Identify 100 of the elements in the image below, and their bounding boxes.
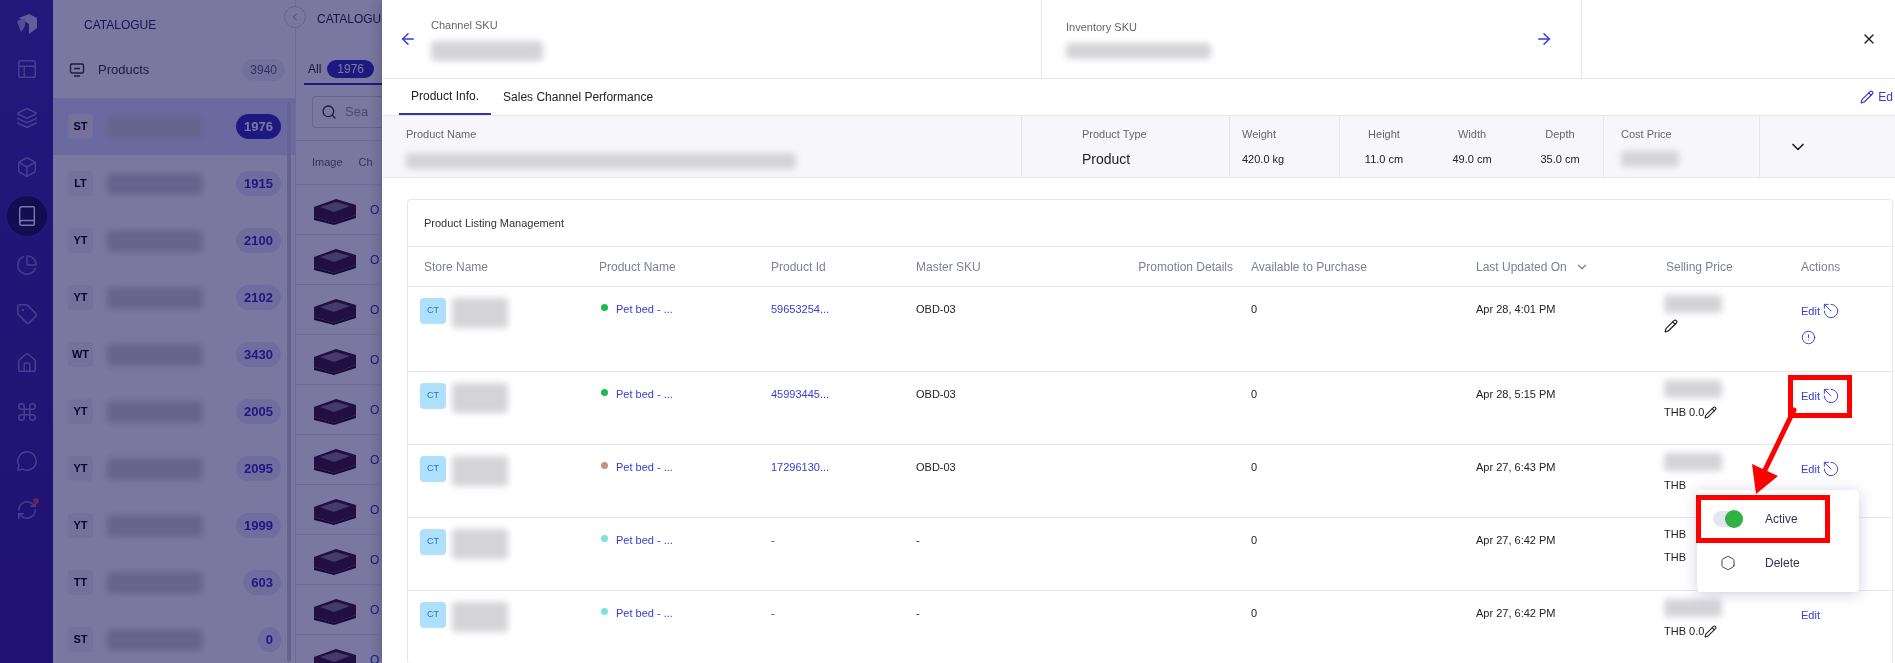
nav-item[interactable] bbox=[6, 196, 47, 236]
store-code-badge: ST bbox=[68, 114, 93, 139]
price-text: THB bbox=[1664, 527, 1686, 542]
edit-link[interactable]: Edit bbox=[1801, 607, 1820, 624]
table-cell-text: O bbox=[370, 401, 380, 419]
redacted-value bbox=[1664, 599, 1722, 617]
open-icon[interactable] bbox=[1822, 461, 1839, 478]
product-link[interactable]: Pet bed - ... bbox=[616, 301, 673, 318]
store-code-badge: TT bbox=[68, 570, 93, 595]
pencil-icon[interactable] bbox=[1860, 90, 1875, 104]
layers-icon bbox=[15, 107, 38, 129]
table-cell: 0 bbox=[1251, 388, 1258, 400]
pencil-icon[interactable] bbox=[1704, 405, 1718, 419]
column-header: Promotion Details bbox=[1138, 258, 1233, 276]
table-cell: OBD-03 bbox=[916, 303, 956, 315]
table-cell-text: O bbox=[370, 451, 380, 469]
edit-link[interactable]: Edit bbox=[1801, 303, 1820, 320]
store-item[interactable]: ST 1976 bbox=[53, 98, 295, 155]
redacted-value bbox=[452, 602, 508, 632]
store-code-badge: YT bbox=[68, 456, 93, 481]
field-label: Width bbox=[1457, 127, 1487, 142]
count-badge: 3940 bbox=[242, 59, 285, 81]
store-code-badge: YT bbox=[68, 285, 93, 310]
price-text: THB bbox=[1664, 478, 1686, 493]
product-link[interactable]: Pet bed - ... bbox=[616, 459, 673, 476]
store-item[interactable]: LT 1915 bbox=[53, 155, 295, 212]
store-code-badge: CT bbox=[420, 602, 446, 628]
table-cell-text: O bbox=[370, 201, 380, 219]
price-text: THB bbox=[1664, 549, 1686, 565]
table-cell: OBD-03 bbox=[916, 461, 956, 473]
toggle-switch[interactable] bbox=[1713, 511, 1743, 527]
store-item[interactable]: YT 2100 bbox=[53, 212, 295, 269]
product-link[interactable]: Pet bed - ... bbox=[616, 532, 673, 549]
product-id-link[interactable]: 59653254... bbox=[771, 303, 830, 315]
field-value: 11.0 cm bbox=[1364, 151, 1404, 167]
edit-link[interactable]: Ed bbox=[1878, 88, 1893, 106]
field-label: Channel SKU bbox=[431, 17, 499, 33]
product-id-link[interactable]: 17296130... bbox=[771, 461, 830, 473]
count-badge: 1976 bbox=[236, 113, 281, 140]
product-link[interactable]: Pet bed - ... bbox=[616, 605, 673, 622]
redacted-value bbox=[1664, 453, 1722, 471]
count-badge: 2102 bbox=[236, 284, 281, 311]
table-cell: Apr 28, 4:01 PM bbox=[1476, 303, 1556, 315]
column-header[interactable]: Last Updated On bbox=[1476, 257, 1567, 276]
product-id-link[interactable]: - bbox=[771, 607, 775, 619]
menu-item[interactable]: Delete bbox=[1701, 544, 1855, 582]
column-header: Product Name bbox=[599, 258, 676, 276]
pencil-icon[interactable] bbox=[1704, 624, 1718, 638]
table-cell-text: O bbox=[370, 351, 380, 369]
store-item[interactable]: YT 2005 bbox=[53, 383, 295, 440]
field-label: Cost Price bbox=[1621, 127, 1673, 142]
home-icon bbox=[15, 352, 38, 374]
column-header: Available to Purchase bbox=[1251, 258, 1367, 276]
edit-link[interactable]: Edit bbox=[1801, 461, 1820, 478]
forward-arrow-icon[interactable] bbox=[1535, 30, 1553, 48]
logo-icon[interactable] bbox=[14, 12, 39, 36]
table-cell: Apr 28, 5:15 PM bbox=[1476, 388, 1556, 400]
open-icon[interactable] bbox=[1822, 388, 1839, 405]
sync-icon bbox=[15, 499, 38, 521]
panel-heading: CATALOGUE bbox=[84, 17, 158, 34]
store-item[interactable]: WT 3430 bbox=[53, 326, 295, 383]
product-id-link[interactable]: 45993445... bbox=[771, 388, 830, 400]
table-cell-text: O bbox=[370, 551, 380, 569]
tab[interactable]: All bbox=[308, 60, 322, 78]
count-badge: 603 bbox=[243, 569, 281, 596]
nav-label[interactable]: Products bbox=[98, 60, 150, 80]
cube-icon bbox=[15, 156, 38, 178]
table-cell: Apr 27, 6:43 PM bbox=[1476, 461, 1556, 473]
table-cell: 0 bbox=[1251, 534, 1258, 546]
table-cell: Apr 27, 6:42 PM bbox=[1476, 534, 1556, 546]
edit-link[interactable]: Edit bbox=[1801, 388, 1820, 405]
price-text: THB 0.0 bbox=[1664, 624, 1705, 639]
store-code-badge: WT bbox=[68, 342, 93, 367]
count-badge: 0 bbox=[257, 626, 281, 653]
redacted-value bbox=[452, 383, 508, 413]
product-id-link[interactable]: - bbox=[771, 534, 775, 546]
store-item[interactable]: TT 603 bbox=[53, 554, 295, 611]
table-cell: Apr 27, 6:42 PM bbox=[1476, 607, 1556, 619]
column-header: Product Id bbox=[771, 258, 826, 276]
store-item[interactable]: YT 2095 bbox=[53, 440, 295, 497]
store-item[interactable]: YT 2102 bbox=[53, 269, 295, 326]
field-label: Weight bbox=[1242, 127, 1278, 142]
store-item[interactable]: ST 0 bbox=[53, 611, 295, 663]
alert-icon[interactable] bbox=[1801, 329, 1816, 345]
menu-item[interactable]: Active bbox=[1701, 500, 1825, 538]
store-code-badge: LT bbox=[68, 171, 93, 196]
store-code-badge: CT bbox=[420, 298, 446, 324]
store-item[interactable]: YT 1999 bbox=[53, 497, 295, 554]
price-text: THB 0.0 bbox=[1664, 405, 1705, 420]
redacted-value bbox=[1664, 380, 1722, 398]
field-value: 35.0 cm bbox=[1540, 151, 1580, 167]
pencil-icon[interactable] bbox=[1664, 319, 1678, 333]
field-label: Product Name bbox=[406, 127, 478, 142]
open-icon[interactable] bbox=[1822, 303, 1839, 320]
product-link[interactable]: Pet bed - ... bbox=[616, 386, 673, 403]
table-cell-text: O bbox=[370, 251, 380, 269]
table-cell-text: O bbox=[370, 651, 380, 663]
column-header: Store Name bbox=[424, 258, 489, 276]
pie-chart-icon bbox=[15, 254, 38, 276]
tab[interactable]: Sales Channel Performance bbox=[491, 79, 666, 115]
